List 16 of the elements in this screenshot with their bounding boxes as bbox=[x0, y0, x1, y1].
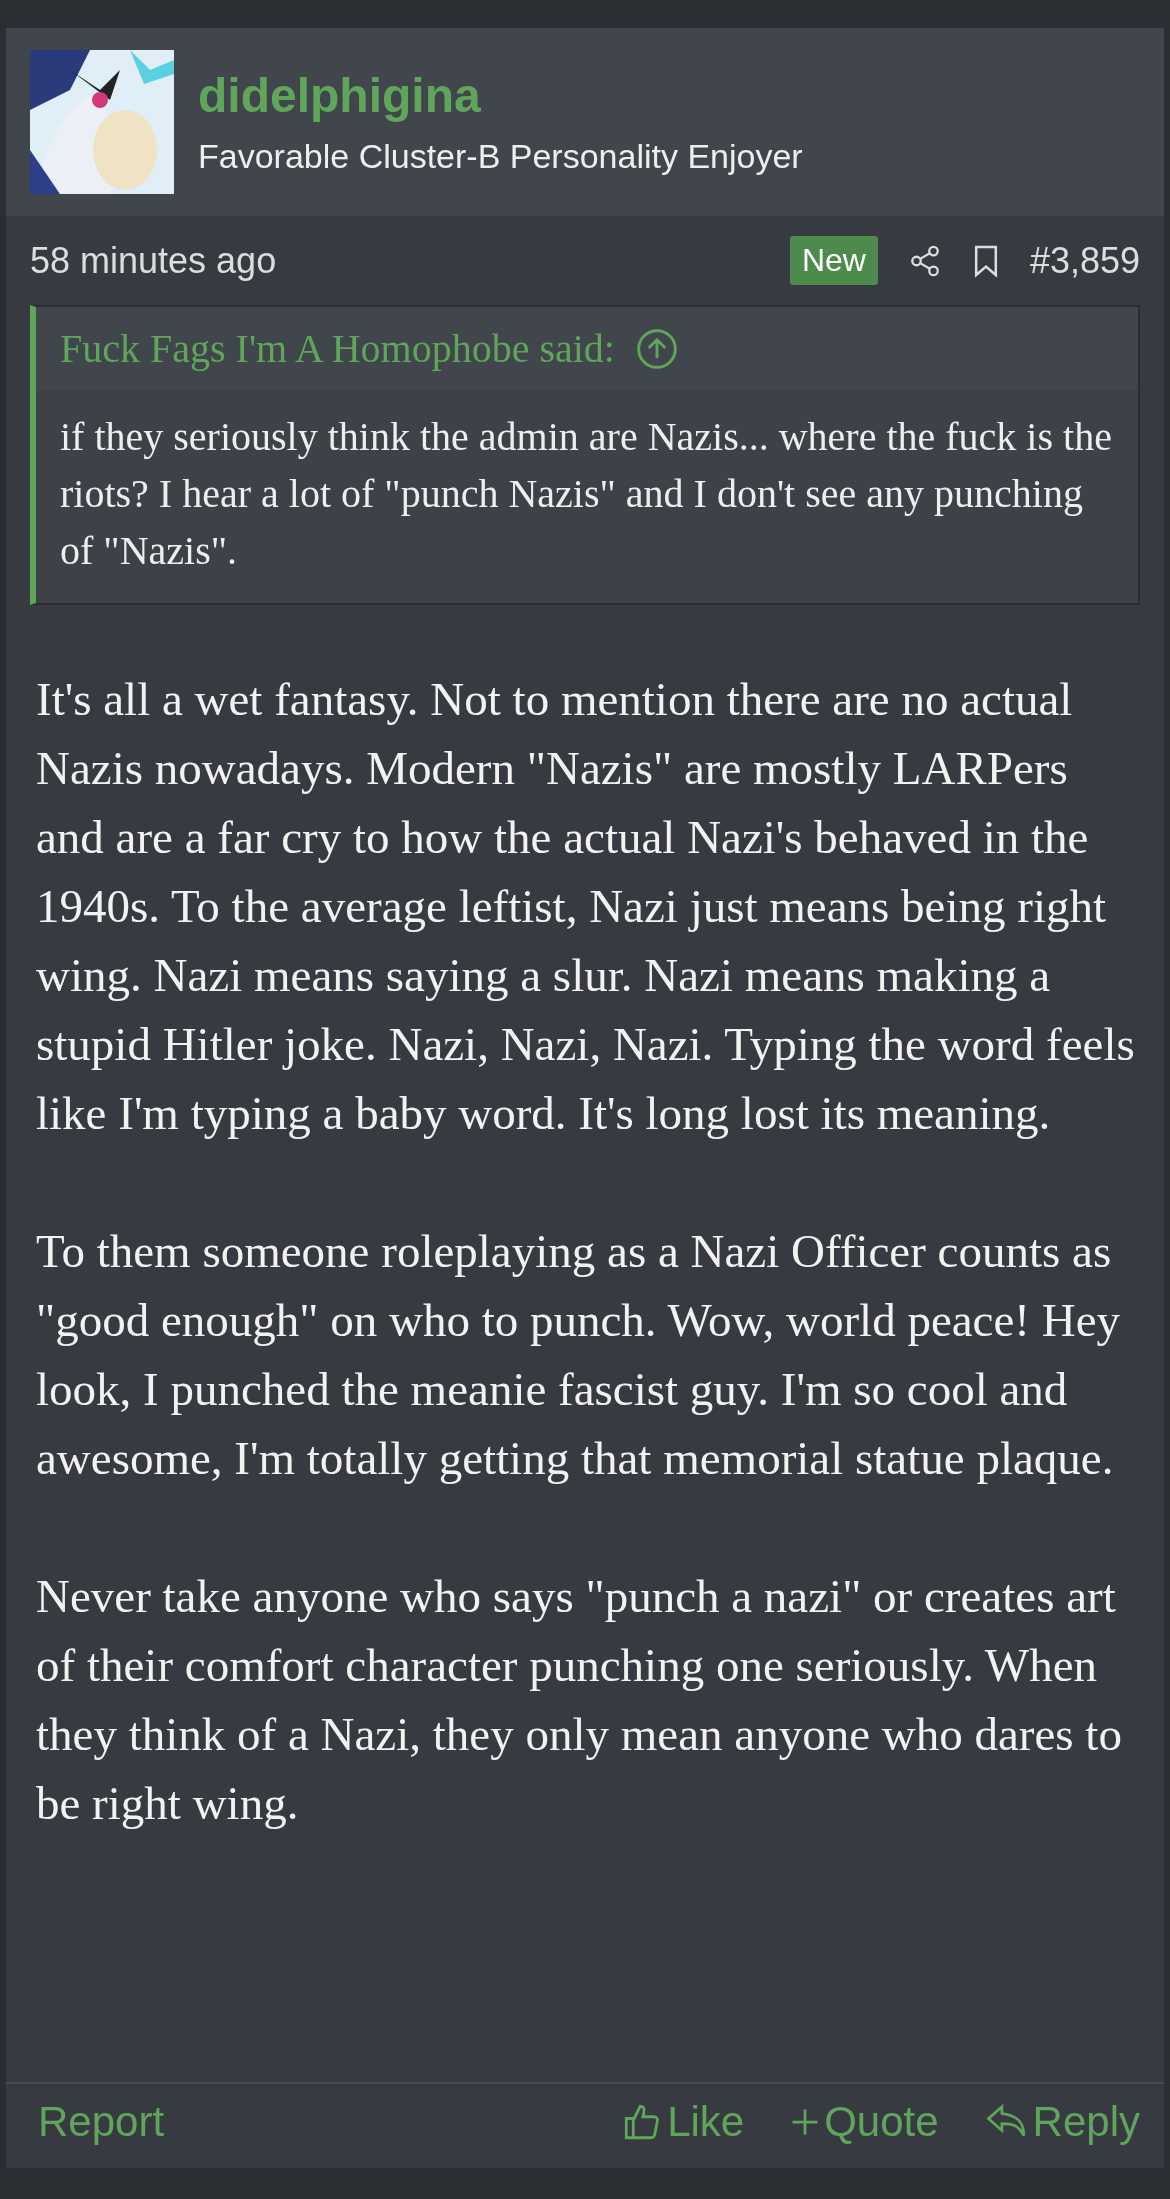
post-paragraph: It's all a wet fantasy. Not to mention there are no actual Nazis nowadays. Modern "Nazis" are mostly LARPers and are a far cry to how the actual Nazi's behaved in the 1940s. To the average leftist, Nazi just means being right wing. Nazi means saying a slur. Nazi means making a stupid Hitler joke. Nazi, Nazi, Nazi. Typing the word feels like I'm typing a baby word. It's long lost its meaning. bbox=[36, 672, 1136, 1141]
plus-icon bbox=[790, 2107, 821, 2137]
post-time[interactable]: 58 minutes ago bbox=[30, 239, 760, 282]
post-paragraph: Never take anyone who says "punch a nazi" or creates art of their comfort character punching one seriously. When they think of a Nazi, they only mean anyone who dares to be right wing. bbox=[36, 1569, 1123, 1831]
new-badge: New bbox=[789, 236, 878, 285]
quote-button[interactable]: Quote bbox=[790, 2098, 939, 2146]
arrow-up-icon[interactable] bbox=[635, 326, 679, 371]
like-button[interactable]: Like bbox=[621, 2098, 745, 2146]
quote-text: if they seriously think the admin are Nazis... where the fuck is the riots? I hear a lot of "punch Nazis" and I don't see any punching of "Nazis". bbox=[36, 390, 1138, 603]
user-title: Favorable Cluster-B Personality Enjoyer bbox=[198, 137, 803, 176]
quote-attribution[interactable]: Fuck Fags I'm A Homophobe said: bbox=[60, 325, 615, 372]
username[interactable]: didelphigina bbox=[198, 68, 803, 123]
post-number[interactable]: #3,859 bbox=[1029, 239, 1140, 282]
post-paragraph: To them someone roleplaying as a Nazi Officer counts as "good enough" on who to punch. Wow, world peace! Hey look, I punched the meanie fascist guy. I'm so cool and awesome, I'm totally getting that memorial statue plaque. bbox=[36, 1224, 1122, 1486]
reply-button[interactable]: Reply bbox=[984, 2098, 1140, 2146]
report-link[interactable]: Report bbox=[38, 2098, 576, 2146]
